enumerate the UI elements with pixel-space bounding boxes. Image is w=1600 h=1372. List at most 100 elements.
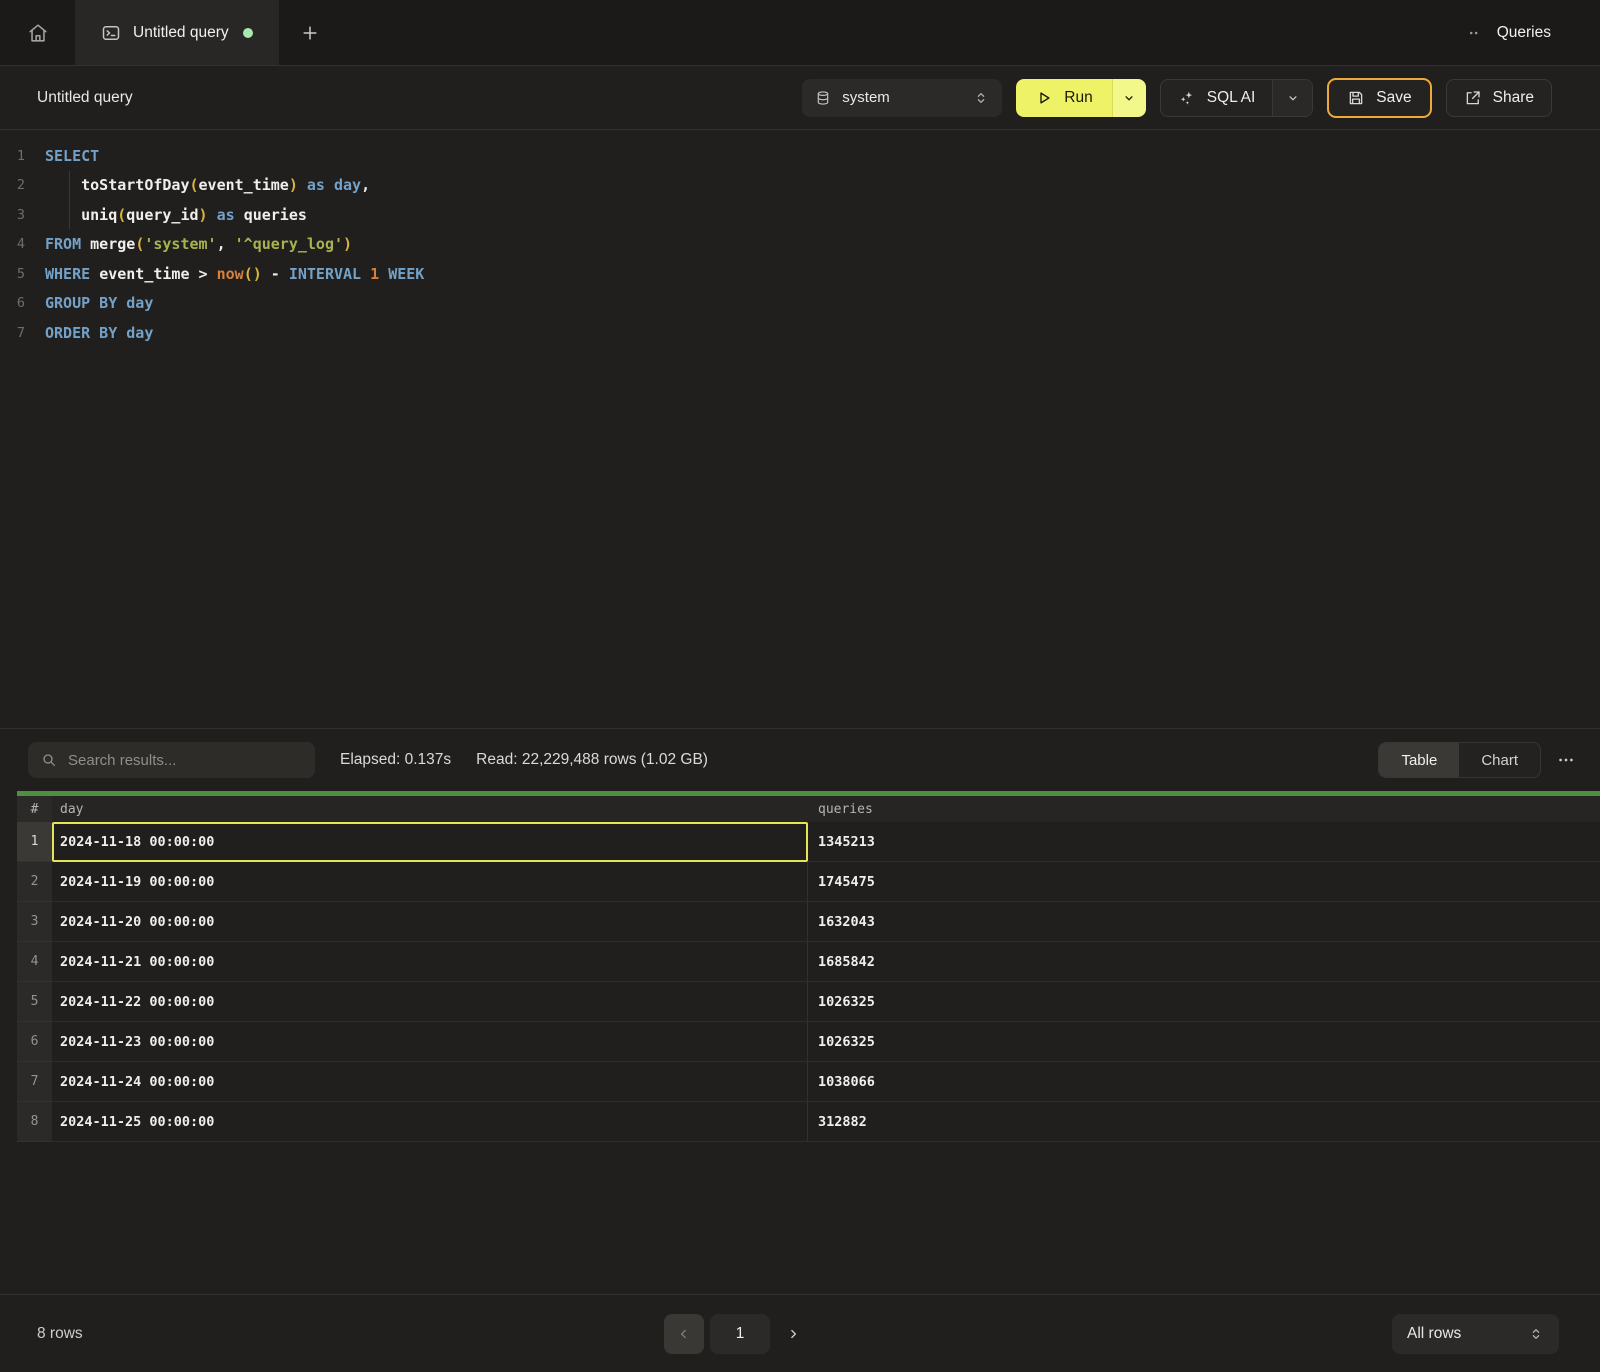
table-row: 12024-11-18 00:00:001345213 [17, 822, 1600, 862]
sql-ai-button-group: SQL AI [1160, 79, 1314, 117]
row-index-cell[interactable]: 6 [17, 1022, 52, 1062]
save-button[interactable]: Save [1327, 78, 1431, 118]
tab-label: Untitled query [133, 24, 229, 42]
day-cell[interactable]: 2024-11-19 00:00:00 [52, 862, 808, 902]
queries-cell[interactable]: 1745475 [808, 862, 1600, 902]
table-view-tab[interactable]: Table [1379, 743, 1459, 777]
results-table: # day queries 12024-11-18 00:00:00134521… [17, 796, 1600, 1142]
code-line[interactable]: 3 uniq(query_id) as queries [0, 200, 1600, 230]
table-body: 12024-11-18 00:00:00134521322024-11-19 0… [17, 822, 1600, 1142]
chart-view-tab[interactable]: Chart [1459, 743, 1540, 777]
plus-icon [300, 23, 320, 43]
code-line[interactable]: 4FROM merge('system', '^query_log') [0, 230, 1600, 260]
table-header-row: # day queries [17, 796, 1600, 822]
results-empty-area [0, 1142, 1600, 1294]
select-chevrons-icon [973, 90, 989, 106]
chevron-down-icon [1286, 91, 1300, 105]
row-index-cell[interactable]: 1 [17, 822, 52, 862]
code-line[interactable]: 6GROUP BY day [0, 289, 1600, 319]
day-cell[interactable]: 2024-11-21 00:00:00 [52, 942, 808, 982]
day-cell[interactable]: 2024-11-24 00:00:00 [52, 1062, 808, 1102]
queries-cell[interactable]: 1632043 [808, 902, 1600, 942]
day-cell[interactable]: 2024-11-18 00:00:00 [52, 822, 808, 862]
save-icon [1347, 89, 1365, 107]
next-page-button[interactable] [776, 1314, 810, 1354]
column-header-day[interactable]: day [52, 796, 808, 822]
table-row: 32024-11-20 00:00:001632043 [17, 902, 1600, 942]
database-select-value: system [842, 89, 890, 106]
run-button-label: Run [1064, 89, 1092, 107]
query-toolbar: Untitled query system Run [0, 66, 1600, 130]
save-button-label: Save [1376, 89, 1411, 107]
table-row: 22024-11-19 00:00:001745475 [17, 862, 1600, 902]
queries-cell[interactable]: 1038066 [808, 1062, 1600, 1102]
day-cell[interactable]: 2024-11-25 00:00:00 [52, 1102, 808, 1142]
page-size-select[interactable]: All rows [1392, 1314, 1559, 1354]
run-options-button[interactable] [1112, 79, 1146, 117]
sparkles-icon [1178, 89, 1196, 107]
share-button[interactable]: Share [1446, 79, 1552, 117]
column-header-queries[interactable]: queries [808, 796, 1600, 822]
chevron-right-icon [786, 1327, 800, 1341]
line-number: 1 [0, 148, 45, 164]
share-button-label: Share [1493, 89, 1534, 107]
share-icon [1464, 89, 1482, 107]
column-header-index: # [17, 796, 52, 822]
queries-cell[interactable]: 312882 [808, 1102, 1600, 1142]
row-index-cell[interactable]: 2 [17, 862, 52, 902]
sql-ai-button-label: SQL AI [1207, 89, 1256, 107]
row-index-cell[interactable]: 7 [17, 1062, 52, 1102]
search-results-input[interactable] [66, 751, 302, 770]
home-button[interactable] [0, 0, 75, 65]
line-number: 7 [0, 325, 45, 341]
database-icon [815, 90, 831, 106]
queries-dots-icon[interactable] [1466, 24, 1484, 42]
view-toggle: Table Chart [1378, 742, 1541, 778]
unsaved-dot-indicator [243, 28, 253, 38]
previous-page-button[interactable] [664, 1314, 704, 1354]
table-row: 72024-11-24 00:00:001038066 [17, 1062, 1600, 1102]
pagination: 1 [664, 1314, 810, 1354]
code-line[interactable]: 1SELECT [0, 141, 1600, 171]
day-cell[interactable]: 2024-11-23 00:00:00 [52, 1022, 808, 1062]
code-line[interactable]: 7ORDER BY day [0, 318, 1600, 348]
queries-cell[interactable]: 1685842 [808, 942, 1600, 982]
home-icon [27, 22, 49, 44]
read-stat: Read: 22,229,488 rows (1.02 GB) [476, 751, 708, 769]
tab-untitled-query[interactable]: Untitled query [75, 0, 279, 65]
queries-link[interactable]: Queries [1497, 24, 1551, 42]
code-line[interactable]: 5WHERE event_time > now() - INTERVAL 1 W… [0, 259, 1600, 289]
results-toolbar: Elapsed: 0.137s Read: 22,229,488 rows (1… [0, 729, 1600, 791]
day-cell[interactable]: 2024-11-20 00:00:00 [52, 902, 808, 942]
chevron-down-icon [1122, 91, 1136, 105]
line-number: 6 [0, 295, 45, 311]
query-title: Untitled query [37, 89, 133, 107]
play-icon [1035, 89, 1053, 107]
tab-bar: Untitled query Queries [0, 0, 1600, 66]
row-index-cell[interactable]: 5 [17, 982, 52, 1022]
queries-cell[interactable]: 1026325 [808, 1022, 1600, 1062]
run-button-group: Run [1016, 79, 1145, 117]
sql-editor[interactable]: 1SELECT2 toStartOfDay(event_time) as day… [0, 130, 1600, 729]
row-index-cell[interactable]: 8 [17, 1102, 52, 1142]
results-footer: 8 rows 1 All rows [0, 1294, 1600, 1372]
table-row: 62024-11-23 00:00:001026325 [17, 1022, 1600, 1062]
database-select[interactable]: system [802, 79, 1002, 117]
row-index-cell[interactable]: 3 [17, 902, 52, 942]
code-line[interactable]: 2 toStartOfDay(event_time) as day, [0, 171, 1600, 201]
search-icon [41, 752, 57, 768]
line-number: 5 [0, 266, 45, 282]
row-count: 8 rows [37, 1325, 83, 1343]
results-more-button[interactable] [1556, 750, 1576, 770]
page-number-button[interactable]: 1 [710, 1314, 770, 1354]
new-tab-button[interactable] [279, 0, 341, 65]
run-button[interactable]: Run [1016, 79, 1111, 117]
row-index-cell[interactable]: 4 [17, 942, 52, 982]
table-row: 82024-11-25 00:00:00312882 [17, 1102, 1600, 1142]
day-cell[interactable]: 2024-11-22 00:00:00 [52, 982, 808, 1022]
sql-ai-button[interactable]: SQL AI [1161, 80, 1273, 116]
search-results-box[interactable] [28, 742, 315, 778]
queries-cell[interactable]: 1345213 [808, 822, 1600, 862]
queries-cell[interactable]: 1026325 [808, 982, 1600, 1022]
sql-ai-options-button[interactable] [1272, 80, 1312, 116]
